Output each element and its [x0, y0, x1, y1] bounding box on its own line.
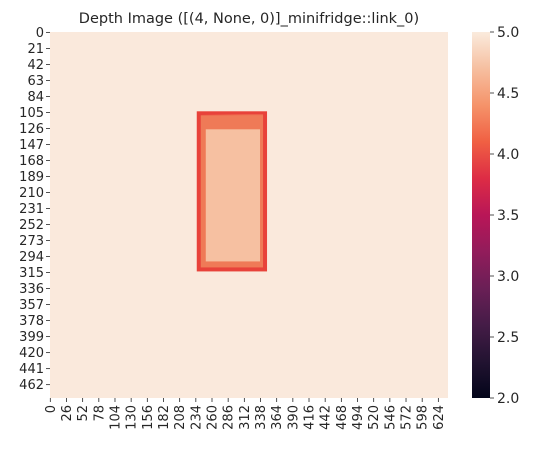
- x-tick-label: 260: [205, 405, 220, 430]
- x-tick-label: 234: [189, 405, 204, 430]
- x-tick-label: 520: [367, 405, 382, 430]
- chart-title: Depth Image ([(4, None, 0)]_minifridge::…: [79, 11, 419, 27]
- depth-heatmap-figure: Depth Image ([(4, None, 0)]_minifridge::…: [19, 11, 519, 430]
- x-tick-label: 624: [432, 405, 447, 430]
- y-tick-label: 273: [19, 234, 44, 249]
- colorbar-tick-label: 2.0: [497, 391, 519, 407]
- x-tick-label: 364: [270, 405, 285, 430]
- colorbar-gradient: [472, 32, 490, 398]
- y-tick-label: 294: [19, 250, 44, 265]
- x-tick-label: 286: [222, 405, 237, 430]
- x-tick-label: 26: [60, 405, 75, 422]
- y-tick-label: 189: [19, 170, 44, 185]
- y-tick-label: 126: [19, 122, 44, 137]
- colorbar-tick-label: 5.0: [497, 25, 519, 41]
- x-tick-label: 208: [173, 405, 188, 430]
- y-tick-label: 105: [19, 106, 44, 121]
- x-tick-label: 468: [335, 405, 350, 430]
- y-tick-label: 441: [19, 362, 44, 377]
- heatmap-plot-area: [50, 32, 448, 398]
- y-tick-label: 21: [27, 42, 44, 57]
- colorbar-tick-label: 4.5: [497, 86, 519, 102]
- x-tick-label: 338: [254, 405, 269, 430]
- x-tick-label: 78: [92, 405, 107, 422]
- y-tick-label: 399: [19, 330, 44, 345]
- x-tick-label: 130: [125, 405, 140, 430]
- y-tick-label: 462: [19, 378, 44, 393]
- x-tick-label: 52: [76, 405, 91, 422]
- colorbar: 2.0 2.5 3.0 3.5 4.0 4.5 5.0: [472, 25, 519, 407]
- x-tick-label: 494: [351, 405, 366, 430]
- y-axis-ticks: 0214263841051261471681892102312522732943…: [19, 26, 50, 393]
- x-axis-ticks: 0 26 52 78 104 130 156 182 208 234 260 286 312 338 364…: [44, 398, 447, 430]
- colorbar-tick-label: 4.0: [497, 147, 519, 163]
- y-tick-label: 336: [19, 282, 44, 297]
- x-tick-label: 598: [416, 405, 431, 430]
- x-tick-label: 0: [44, 405, 59, 413]
- x-tick-label: 442: [319, 405, 334, 430]
- x-tick-label: 572: [400, 405, 415, 430]
- minifridge-region: [196, 111, 268, 272]
- y-tick-label: 210: [19, 186, 44, 201]
- y-tick-label: 315: [19, 266, 44, 281]
- y-tick-label: 147: [19, 138, 44, 153]
- y-tick-label: 42: [27, 58, 44, 73]
- colorbar-tick-label: 3.0: [497, 269, 519, 285]
- colorbar-ticks: 2.0 2.5 3.0 3.5 4.0 4.5 5.0: [490, 25, 519, 407]
- minifridge-inner: [205, 129, 261, 262]
- x-tick-label: 104: [108, 405, 123, 430]
- y-tick-label: 0: [36, 26, 44, 41]
- x-tick-label: 416: [303, 405, 318, 430]
- x-tick-label: 390: [286, 405, 301, 430]
- y-tick-label: 420: [19, 346, 44, 361]
- x-tick-label: 312: [238, 405, 253, 430]
- y-tick-label: 357: [19, 298, 44, 313]
- y-tick-label: 252: [19, 218, 44, 233]
- y-tick-label: 231: [19, 202, 44, 217]
- y-tick-label: 168: [19, 154, 44, 169]
- y-tick-label: 84: [27, 90, 44, 105]
- x-tick-label: 546: [383, 405, 398, 430]
- x-tick-label: 182: [157, 405, 172, 430]
- colorbar-tick-label: 3.5: [497, 208, 519, 224]
- colorbar-tick-label: 2.5: [497, 330, 519, 346]
- x-tick-label: 156: [141, 405, 156, 430]
- y-tick-label: 378: [19, 314, 44, 329]
- y-tick-label: 63: [27, 74, 44, 89]
